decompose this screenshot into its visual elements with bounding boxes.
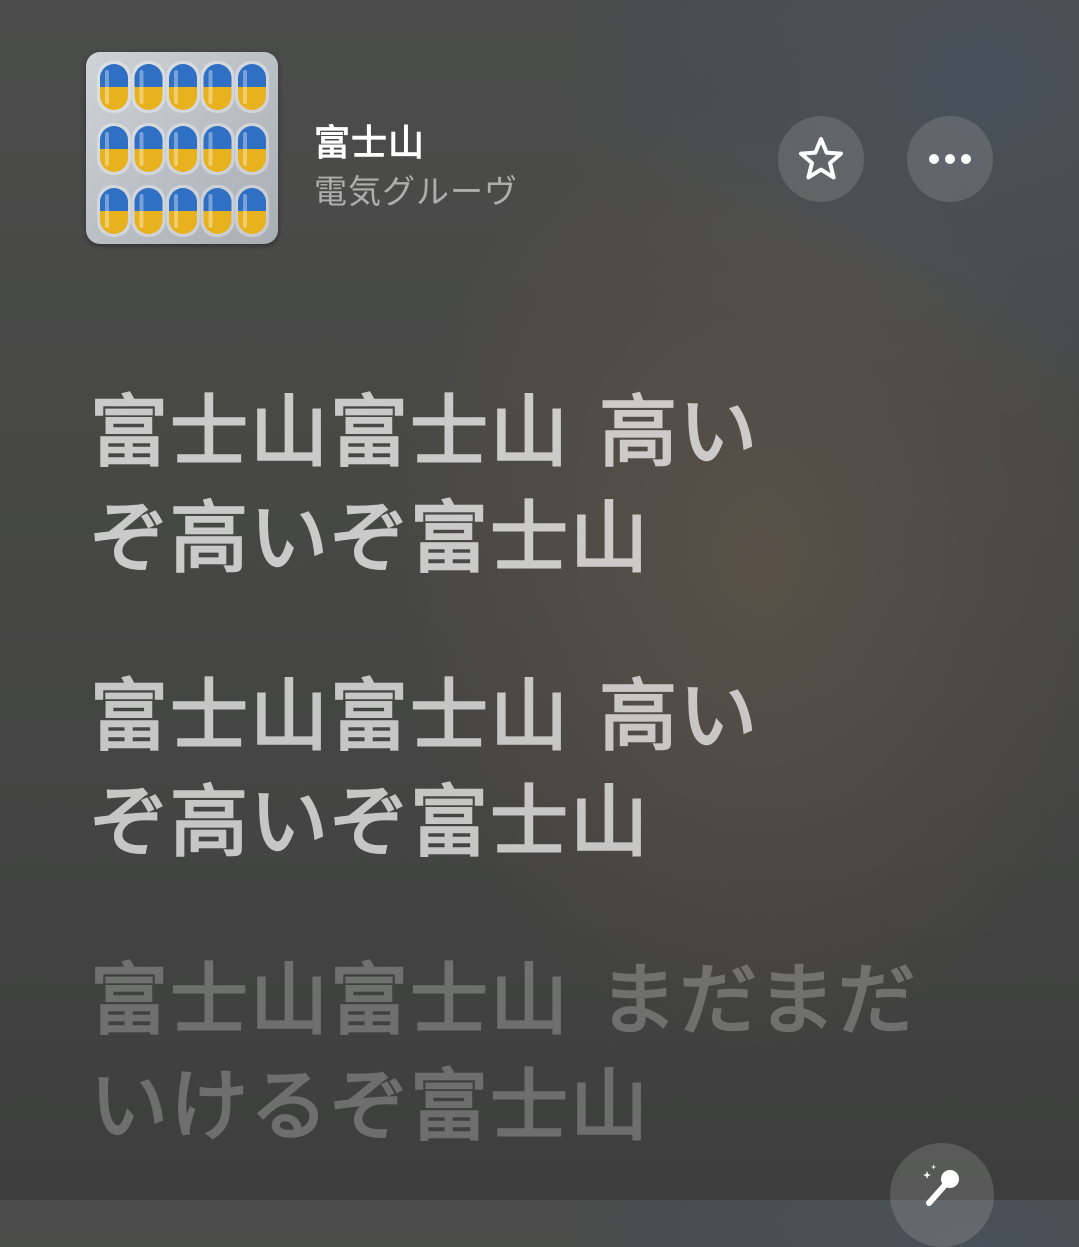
capsule bbox=[131, 61, 166, 113]
capsule bbox=[97, 185, 131, 237]
favorite-button[interactable] bbox=[778, 116, 864, 202]
lyric-text: いけるぞ富士山 bbox=[90, 1062, 651, 1152]
lyric-text: 富士山富士山 高い bbox=[90, 672, 760, 762]
lyric-line[interactable]: 富士山富士山 高い ぞ高いぞ富士山 bbox=[90, 664, 990, 876]
capsule bbox=[166, 185, 200, 237]
capsule bbox=[200, 123, 235, 175]
more-options-button[interactable] bbox=[907, 116, 993, 202]
pill-capsules-album-art bbox=[97, 61, 269, 237]
capsule bbox=[97, 123, 131, 175]
lyric-text: ぞ高いぞ富士山 bbox=[90, 778, 651, 868]
lyric-line[interactable]: 富士山富士山 高い ぞ高いぞ富士山 bbox=[90, 380, 990, 592]
album-artwork[interactable] bbox=[86, 52, 278, 244]
capsule bbox=[235, 185, 269, 237]
microphone-icon bbox=[923, 1164, 959, 1206]
ellipsis-icon bbox=[929, 154, 971, 164]
capsule bbox=[166, 61, 200, 113]
capsule bbox=[97, 61, 131, 113]
capsule bbox=[131, 185, 166, 237]
artist-name[interactable]: 電気グルーヴ bbox=[314, 165, 518, 213]
capsule bbox=[200, 185, 235, 237]
lyric-line[interactable]: 富士山富士山 まだまだ いけるぞ富士山 bbox=[90, 948, 990, 1160]
lyric-text: 富士山富士山 まだまだ bbox=[90, 956, 918, 1046]
capsule bbox=[235, 61, 269, 113]
capsule bbox=[166, 123, 200, 175]
capsule bbox=[131, 123, 166, 175]
lyric-text: 富士山富士山 高い bbox=[90, 388, 760, 478]
capsule bbox=[200, 61, 235, 113]
lyric-text: ぞ高いぞ富士山 bbox=[90, 494, 651, 584]
star-icon bbox=[799, 137, 843, 180]
lyrics-view[interactable]: 富士山富士山 高い ぞ高いぞ富士山 富士山富士山 高い ぞ高いぞ富士山 富士山富… bbox=[90, 380, 990, 1232]
song-title[interactable]: 富士山 bbox=[314, 114, 425, 166]
sing-along-button[interactable] bbox=[890, 1143, 994, 1247]
capsule bbox=[235, 123, 269, 175]
